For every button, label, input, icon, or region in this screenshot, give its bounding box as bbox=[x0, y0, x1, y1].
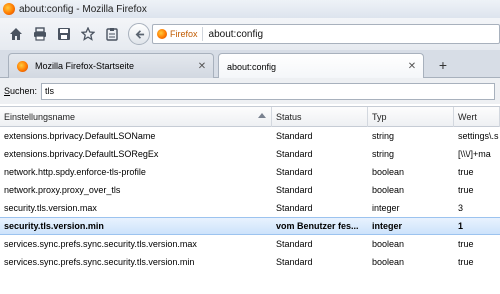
pref-type: boolean bbox=[372, 167, 405, 177]
navigation-toolbar: Firefox about:config bbox=[0, 18, 500, 50]
site-identity-button[interactable]: Firefox bbox=[157, 27, 203, 41]
pref-status: Standard bbox=[276, 185, 313, 195]
search-row: Suchen: bbox=[0, 78, 500, 104]
pref-name: extensions.bprivacy.DefaultLSOName bbox=[4, 131, 156, 141]
table-row[interactable]: services.sync.prefs.sync.security.tls.ve… bbox=[0, 253, 500, 271]
table-row[interactable]: security.tls.version.max Standard intege… bbox=[0, 199, 500, 217]
close-tab-icon[interactable]: ✕ bbox=[405, 60, 419, 74]
pref-value: 1 bbox=[458, 221, 464, 231]
column-header-label: Typ bbox=[372, 112, 387, 122]
pref-name: services.sync.prefs.sync.security.tls.ve… bbox=[4, 257, 195, 267]
column-header-status[interactable]: Status bbox=[272, 107, 368, 127]
new-tab-button[interactable]: + bbox=[434, 56, 452, 74]
window-title: about:config - Mozilla Firefox bbox=[19, 3, 147, 15]
search-label-text: uchen: bbox=[10, 86, 38, 96]
pref-value: true bbox=[458, 239, 474, 249]
pref-name: services.sync.prefs.sync.security.tls.ve… bbox=[4, 239, 197, 249]
table-row[interactable]: network.proxy.proxy_over_tls Standard bo… bbox=[0, 181, 500, 199]
pref-value: 3 bbox=[458, 203, 464, 213]
save-icon[interactable] bbox=[52, 22, 76, 46]
pref-type: string bbox=[372, 131, 395, 141]
firefox-logo-icon bbox=[3, 3, 15, 15]
identity-label: Firefox bbox=[170, 29, 198, 39]
firefox-identity-icon bbox=[157, 29, 167, 39]
tab-strip: Mozilla Firefox-Startseite ✕ about:confi… bbox=[0, 50, 500, 79]
pref-type: boolean bbox=[372, 239, 405, 249]
table-row[interactable]: services.sync.prefs.sync.security.tls.ve… bbox=[0, 235, 500, 253]
pref-status: Standard bbox=[276, 203, 313, 213]
tab-label: Mozilla Firefox-Startseite bbox=[35, 61, 135, 71]
pref-value: [\\\/]+ma bbox=[458, 149, 491, 159]
pref-name: network.proxy.proxy_over_tls bbox=[4, 185, 121, 195]
pref-status: Standard bbox=[276, 257, 313, 267]
pref-status: Standard bbox=[276, 167, 313, 177]
url-bar[interactable]: Firefox about:config bbox=[152, 24, 500, 44]
tab-about-config[interactable]: about:config ✕ bbox=[218, 53, 424, 79]
table-row[interactable]: network.http.spdy.enforce-tls-profile St… bbox=[0, 163, 500, 181]
column-header-label: Einstellungsname bbox=[4, 112, 76, 122]
pref-value: true bbox=[458, 167, 474, 177]
preferences-table[interactable]: Einstellungsname Status Typ Wert extensi… bbox=[0, 106, 500, 294]
tab-label: about:config bbox=[227, 61, 277, 72]
pref-value: settings\.s bbox=[458, 131, 499, 141]
pref-type: string bbox=[372, 149, 395, 159]
tab-mozilla-startseite[interactable]: Mozilla Firefox-Startseite ✕ bbox=[8, 53, 214, 78]
column-header-type[interactable]: Typ bbox=[368, 107, 454, 127]
pref-type: integer bbox=[372, 203, 400, 213]
pref-name: security.tls.version.max bbox=[4, 203, 97, 213]
firefox-favicon-icon bbox=[17, 60, 28, 72]
pref-name: security.tls.version.min bbox=[4, 221, 104, 231]
pref-type: boolean bbox=[372, 185, 405, 195]
sort-ascending-icon bbox=[258, 113, 266, 118]
pref-status: vom Benutzer fes... bbox=[276, 221, 359, 231]
close-tab-icon[interactable]: ✕ bbox=[195, 59, 209, 73]
pref-type: integer bbox=[372, 221, 403, 231]
url-text[interactable]: about:config bbox=[209, 29, 264, 40]
clipboard-icon[interactable] bbox=[100, 22, 124, 46]
print-icon[interactable] bbox=[28, 22, 52, 46]
bookmark-star-icon[interactable] bbox=[76, 22, 100, 46]
home-icon[interactable] bbox=[4, 22, 28, 46]
pref-status: Standard bbox=[276, 149, 313, 159]
column-header-name[interactable]: Einstellungsname bbox=[0, 107, 272, 127]
pref-value: true bbox=[458, 257, 474, 267]
column-header-label: Wert bbox=[458, 112, 477, 122]
pref-name: network.http.spdy.enforce-tls-profile bbox=[4, 167, 146, 177]
pref-name: extensions.bprivacy.DefaultLSORegEx bbox=[4, 149, 159, 159]
back-button[interactable] bbox=[128, 23, 150, 45]
pref-type: boolean bbox=[372, 257, 405, 267]
search-input[interactable] bbox=[41, 82, 496, 100]
column-header-label: Status bbox=[276, 112, 302, 122]
pref-status: Standard bbox=[276, 239, 313, 249]
table-header: Einstellungsname Status Typ Wert bbox=[0, 107, 500, 127]
pref-status: Standard bbox=[276, 131, 313, 141]
title-bar: about:config - Mozilla Firefox bbox=[0, 0, 500, 18]
table-row[interactable]: extensions.bprivacy.DefaultLSORegEx Stan… bbox=[0, 145, 500, 163]
pref-value: true bbox=[458, 185, 474, 195]
back-arrow-icon bbox=[135, 29, 144, 39]
table-row-selected[interactable]: security.tls.version.min vom Benutzer fe… bbox=[0, 217, 500, 235]
search-label: Suchen: bbox=[4, 86, 37, 96]
column-header-value[interactable]: Wert bbox=[454, 107, 500, 127]
table-row[interactable]: extensions.bprivacy.DefaultLSOName Stand… bbox=[0, 127, 500, 145]
